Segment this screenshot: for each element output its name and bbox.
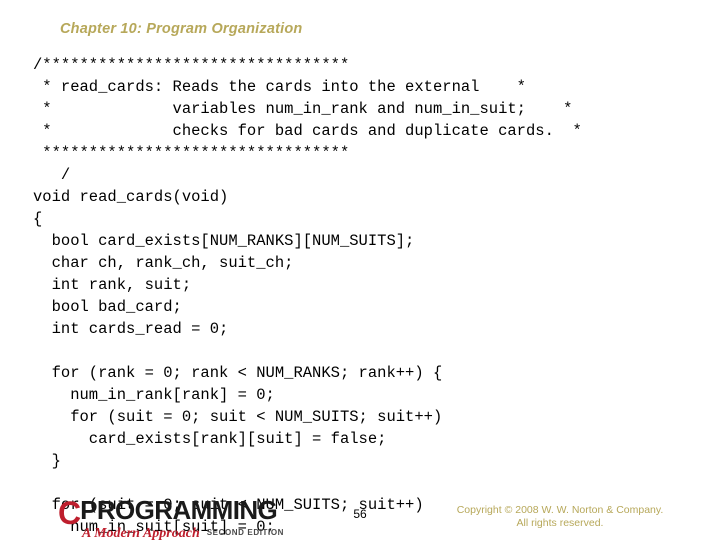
- code-line: int rank, suit;: [33, 276, 192, 294]
- code-line: num_in_rank[rank] = 0;: [33, 386, 275, 404]
- code-line: * variables num_in_rank and num_in_suit;…: [33, 100, 573, 118]
- code-line: }: [33, 452, 61, 470]
- page-number: 56: [353, 507, 367, 521]
- copyright-line-2: All rights reserved.: [516, 517, 604, 529]
- page-title: Chapter 10: Program Organization: [60, 21, 303, 37]
- logo-edition-label: SECOND EDITION: [206, 528, 285, 537]
- book-logo: CPROGRAMMING A Modern Approach SECOND EDI…: [58, 495, 318, 542]
- code-line: void read_cards(void): [33, 188, 229, 206]
- slide-footer: CPROGRAMMING A Modern Approach SECOND EDI…: [0, 495, 720, 542]
- code-line: /*********************************: [33, 56, 350, 74]
- code-line: for (rank = 0; rank < NUM_RANKS; rank++)…: [33, 364, 443, 382]
- logo-c-letter: C: [58, 495, 81, 531]
- slide-canvas: Chapter 10: Program Organization /******…: [0, 0, 720, 542]
- code-line: /: [33, 166, 71, 184]
- logo-subtitle-row: A Modern Approach SECOND EDITION: [82, 524, 284, 542]
- logo-tagline: A Modern Approach: [82, 526, 200, 541]
- code-line: bool bad_card;: [33, 298, 182, 316]
- code-line: {: [33, 210, 43, 228]
- code-line: card_exists[rank][suit] = false;: [33, 430, 387, 448]
- logo-programming-word: PROGRAMMING: [80, 495, 278, 525]
- code-listing: /********************************* * rea…: [33, 54, 720, 538]
- code-line: * read_cards: Reads the cards into the e…: [33, 78, 526, 96]
- code-line: *********************************: [33, 144, 350, 162]
- copyright-notice: Copyright © 2008 W. W. Norton & Company.…: [425, 504, 695, 530]
- code-line: int cards_read = 0;: [33, 320, 229, 338]
- code-line: bool card_exists[NUM_RANKS][NUM_SUITS];: [33, 232, 415, 250]
- code-line: char ch, rank_ch, suit_ch;: [33, 254, 294, 272]
- code-line: for (suit = 0; suit < NUM_SUITS; suit++): [33, 408, 443, 426]
- code-line: * checks for bad cards and duplicate car…: [33, 122, 582, 140]
- copyright-line-1: Copyright © 2008 W. W. Norton & Company.: [456, 504, 664, 516]
